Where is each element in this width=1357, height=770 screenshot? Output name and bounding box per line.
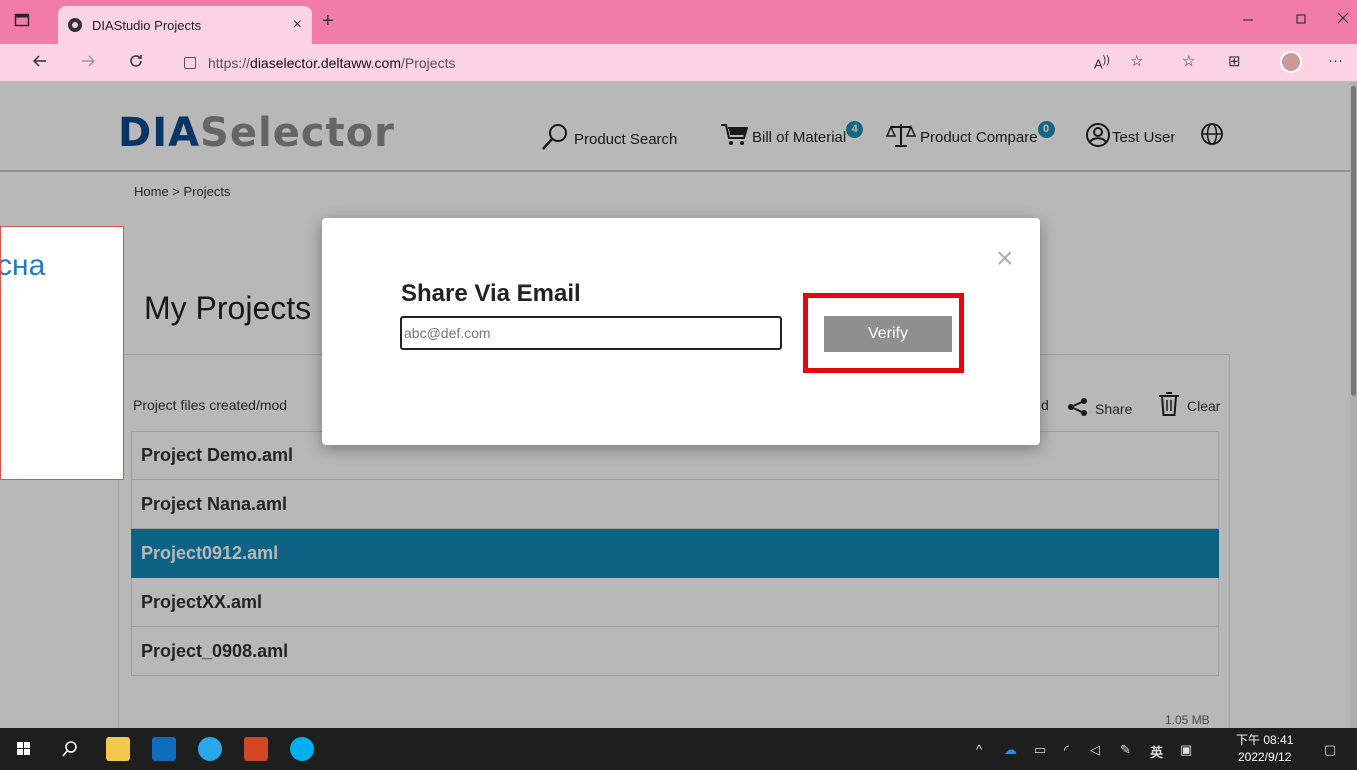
battery-icon[interactable]: ▭ [1034,742,1046,758]
profile-avatar[interactable] [1280,51,1302,73]
left-annotation-text: сна [0,249,46,282]
new-tab-icon[interactable]: + [322,10,334,33]
site-favicon-icon [68,18,82,32]
powerpoint-icon[interactable] [244,737,268,761]
tab-actions-icon[interactable] [14,12,30,32]
url-field[interactable]: https://diaselector.deltaww.com/Projects [174,48,1080,78]
lock-icon [184,57,196,69]
windows-start-icon[interactable] [12,737,36,761]
more-menu-icon[interactable]: ··· [1328,52,1343,69]
pen-icon[interactable]: ✎ [1120,742,1131,758]
tab-close-icon[interactable]: × [293,16,302,34]
clock-date: 2022/9/12 [1237,750,1292,764]
refresh-icon[interactable] [128,53,144,73]
url-prefix: https:// [208,55,251,71]
tab-title: DIAStudio Projects [92,17,202,33]
file-explorer-icon[interactable] [106,737,130,761]
collections-icon[interactable]: ⊞ [1228,52,1241,70]
back-icon[interactable] [32,53,48,73]
clock-time: 下午 08:41 [1236,733,1294,747]
modal-title: Share Via Email [401,280,581,307]
wifi-icon[interactable]: ◜ [1064,742,1069,758]
taskbar-search-icon[interactable] [58,737,82,761]
read-aloud-icon[interactable]: A)) [1094,54,1110,71]
taskbar-clock[interactable]: 下午 08:41 2022/9/12 [1236,732,1293,766]
tray-chevron-icon[interactable]: ^ [976,742,982,757]
ime-indicator[interactable]: 英 [1150,742,1163,761]
favorites-icon[interactable]: ☆ [1182,52,1195,70]
left-annotation-box: сна [0,226,124,480]
skype-icon[interactable] [290,737,314,761]
edge-browser-icon[interactable] [198,737,222,761]
verify-highlight-box [803,293,964,373]
favorite-star-icon[interactable]: ☆ [1130,52,1143,70]
minimize-window-icon[interactable] [1241,10,1255,28]
browser-tab-bar: DIAStudio Projects × + [0,0,1357,44]
url-path: /Projects [401,55,456,71]
onedrive-icon[interactable]: ☁ [1004,742,1017,758]
close-window-icon[interactable] [1336,11,1350,29]
windows-taskbar: ^ ☁ ▭ ◜ ◁ ✎ 英 ▣ 下午 08:41 2022/9/12 ▢ [0,728,1357,770]
browser-tab[interactable]: DIAStudio Projects × [58,6,312,44]
notifications-icon[interactable]: ▢ [1324,742,1336,758]
forward-icon[interactable] [80,53,96,73]
restore-window-icon[interactable] [1294,12,1308,30]
browser-address-bar: https://diaselector.deltaww.com/Projects… [0,44,1357,82]
url-host: diaselector.deltaww.com [250,55,401,71]
outlook-icon[interactable] [152,737,176,761]
email-input[interactable] [400,316,782,350]
volume-icon[interactable]: ◁ [1090,742,1100,758]
keyboard-icon[interactable]: ▣ [1180,742,1192,758]
modal-close-icon[interactable]: × [996,244,1014,274]
